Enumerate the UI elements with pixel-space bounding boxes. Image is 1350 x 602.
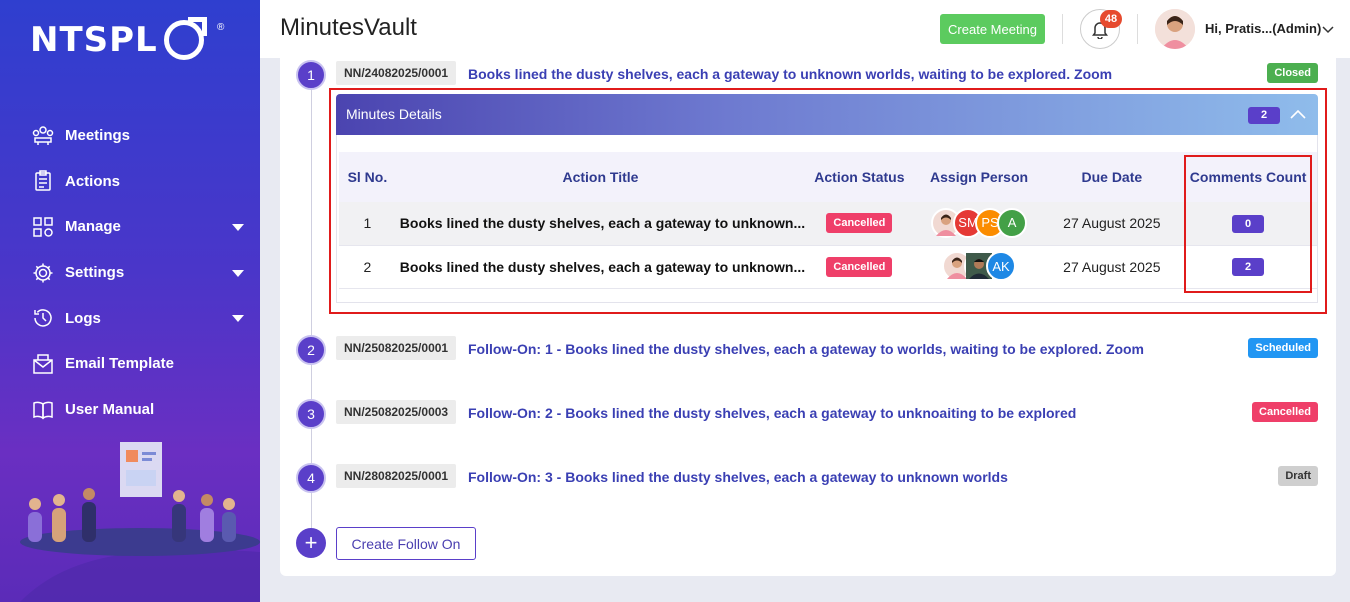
status-badge: Cancelled xyxy=(1252,402,1318,422)
add-follow-on-icon[interactable]: + xyxy=(296,528,326,558)
column-header-action-title: Action Title xyxy=(395,152,806,202)
sidebar-item-manage[interactable]: Manage xyxy=(0,204,260,250)
history-icon xyxy=(32,307,54,329)
create-follow-on-button[interactable]: Create Follow On xyxy=(336,527,476,560)
sidebar-nav: Meetings Actions Manage Settings Logs Em… xyxy=(0,113,260,432)
action-status-cell: Cancelled xyxy=(805,245,914,289)
table-row[interactable]: 2 Books lined the dusty shelves, each a … xyxy=(339,245,1317,289)
due-date-cell: 27 August 2025 xyxy=(1044,245,1180,289)
status-badge: Closed xyxy=(1267,63,1318,83)
sl-no-cell: 1 xyxy=(339,202,396,246)
email-icon xyxy=(32,353,54,375)
sidebar-item-user-manual[interactable]: User Manual xyxy=(0,387,260,433)
sidebar-item-meetings[interactable]: Meetings xyxy=(0,113,260,159)
sidebar-item-label: Meetings xyxy=(65,127,131,145)
meeting-number: NN/25082025/0003 xyxy=(336,400,457,424)
meeting-number: NN/28082025/0001 xyxy=(336,464,457,488)
sidebar-item-label: Actions xyxy=(65,172,121,190)
minutes-count-badge: 2 xyxy=(1248,107,1280,124)
registered-mark: ® xyxy=(217,22,225,33)
status-badge: Cancelled xyxy=(826,256,893,277)
timeline-step-badge: 3 xyxy=(296,399,326,429)
chevron-down-icon[interactable] xyxy=(1321,22,1335,36)
due-date-cell: 27 August 2025 xyxy=(1044,202,1180,246)
sidebar-item-label: Logs xyxy=(65,309,101,327)
meeting-illustration xyxy=(20,442,260,602)
highlight-box-comments-column xyxy=(1184,155,1312,293)
sl-no-cell: 2 xyxy=(339,245,396,289)
sidebar-item-logs[interactable]: Logs xyxy=(0,295,260,341)
sidebar-item-label: Settings xyxy=(65,264,125,282)
timeline-step-badge: 4 xyxy=(296,463,326,493)
action-status-cell: Cancelled xyxy=(805,202,914,246)
column-header-assign-person: Assign Person xyxy=(913,152,1045,202)
caret-down-icon xyxy=(232,315,244,323)
sidebar-item-email-template[interactable]: Email Template xyxy=(0,341,260,387)
meetings-icon xyxy=(32,125,54,147)
create-meeting-button[interactable]: Create Meeting xyxy=(940,14,1045,44)
status-badge: Scheduled xyxy=(1248,338,1318,358)
actions-icon xyxy=(32,170,54,192)
brand-logo: NTSPL xyxy=(30,17,207,60)
meeting-title-link[interactable]: Follow-On: 3 - Books lined the dusty she… xyxy=(468,469,1008,485)
header-divider xyxy=(1137,14,1138,44)
meeting-title-link[interactable]: Follow-On: 1 - Books lined the dusty she… xyxy=(468,341,1144,357)
minutes-details-title: Minutes Details xyxy=(346,106,442,122)
table-header-row: Sl No. Action Title Action Status Assign… xyxy=(339,152,1317,202)
assignee-avatars: SM PS A xyxy=(931,207,1028,238)
meetings-timeline-panel: 1 NN/24082025/0001 Books lined the dusty… xyxy=(280,58,1336,576)
header-divider xyxy=(1062,14,1063,44)
status-badge: Draft xyxy=(1278,466,1318,486)
minutes-details-header[interactable]: Minutes Details 2 xyxy=(336,94,1318,135)
timeline-line xyxy=(311,88,312,528)
column-header-action-status: Action Status xyxy=(805,152,914,202)
assignees-cell: SM PS A xyxy=(913,202,1045,246)
column-header-due-date: Due Date xyxy=(1044,152,1180,202)
notification-count-badge: 48 xyxy=(1100,10,1122,28)
action-items-table: Sl No. Action Title Action Status Assign… xyxy=(339,152,1317,289)
action-title-cell[interactable]: Books lined the dusty shelves, each a ga… xyxy=(395,202,806,246)
assignee-avatars: AK xyxy=(942,251,1017,281)
sidebar-item-label: Email Template xyxy=(65,355,174,373)
sidebar: NTSPL ® Meetings Actions Manage Settings… xyxy=(0,0,260,602)
caret-down-icon xyxy=(232,223,244,231)
gear-icon xyxy=(32,262,54,284)
user-avatar[interactable] xyxy=(1155,9,1195,49)
meeting-number: NN/24082025/0001 xyxy=(336,61,457,85)
meeting-title-link[interactable]: Follow-On: 2 - Books lined the dusty she… xyxy=(468,405,1076,421)
table-row[interactable]: 1 Books lined the dusty shelves, each a … xyxy=(339,202,1317,246)
meeting-title-link[interactable]: Books lined the dusty shelves, each a ga… xyxy=(468,66,1112,82)
assignees-cell: AK xyxy=(913,245,1045,289)
meeting-number: NN/25082025/0001 xyxy=(336,336,457,360)
action-title-cell[interactable]: Books lined the dusty shelves, each a ga… xyxy=(395,245,806,289)
page-title: MinutesVault xyxy=(280,14,417,41)
sidebar-item-label: User Manual xyxy=(65,400,155,418)
status-badge: Cancelled xyxy=(826,213,893,234)
sidebar-item-actions[interactable]: Actions xyxy=(0,159,260,205)
sidebar-item-label: Manage xyxy=(65,218,121,236)
book-icon xyxy=(32,398,54,420)
timeline-step-badge: 1 xyxy=(296,60,326,90)
column-header-sl-no: Sl No. xyxy=(339,152,396,202)
minutes-table-wrapper: Sl No. Action Title Action Status Assign… xyxy=(336,135,1318,303)
assignee-avatar[interactable]: A xyxy=(997,207,1028,238)
caret-down-icon xyxy=(232,269,244,277)
top-header: MinutesVault Create Meeting 48 Hi, Prati… xyxy=(260,0,1350,58)
logo-mark-icon xyxy=(163,17,207,60)
brand-logo-text: NTSPL xyxy=(30,20,158,60)
manage-icon xyxy=(32,216,54,238)
sidebar-item-settings[interactable]: Settings xyxy=(0,250,260,296)
user-greeting[interactable]: Hi, Pratis...(Admin) xyxy=(1205,21,1321,36)
user-photo xyxy=(1155,9,1195,49)
timeline-step-badge: 2 xyxy=(296,335,326,365)
chevron-up-icon[interactable] xyxy=(1289,106,1307,124)
assignee-avatar[interactable]: AK xyxy=(986,251,1017,281)
